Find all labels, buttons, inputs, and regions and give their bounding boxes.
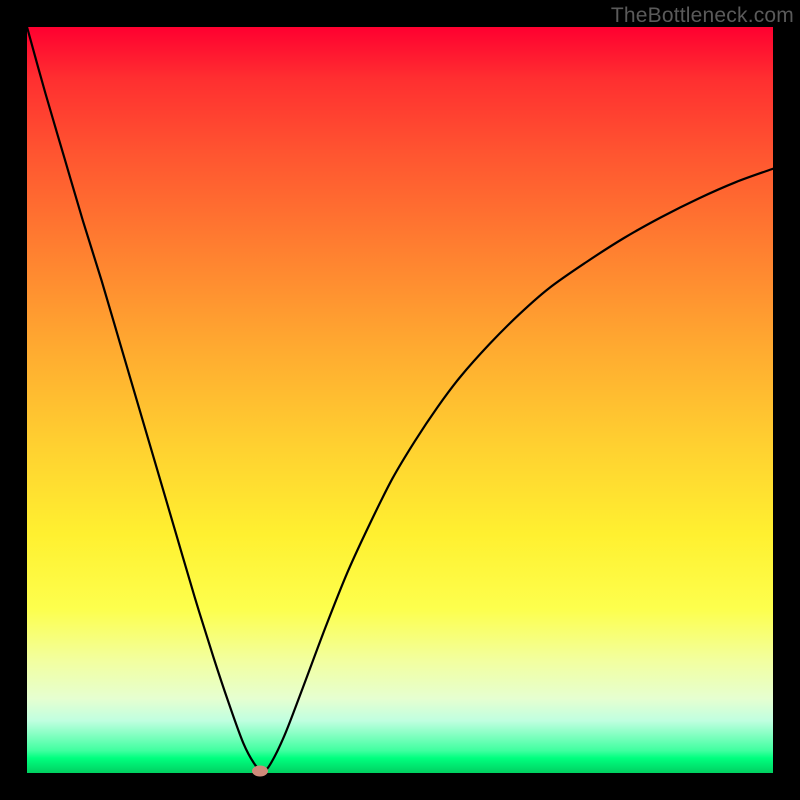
watermark-text: TheBottleneck.com xyxy=(611,4,794,28)
chart-marker-dot xyxy=(252,765,268,776)
chart-plot-area xyxy=(27,27,773,773)
